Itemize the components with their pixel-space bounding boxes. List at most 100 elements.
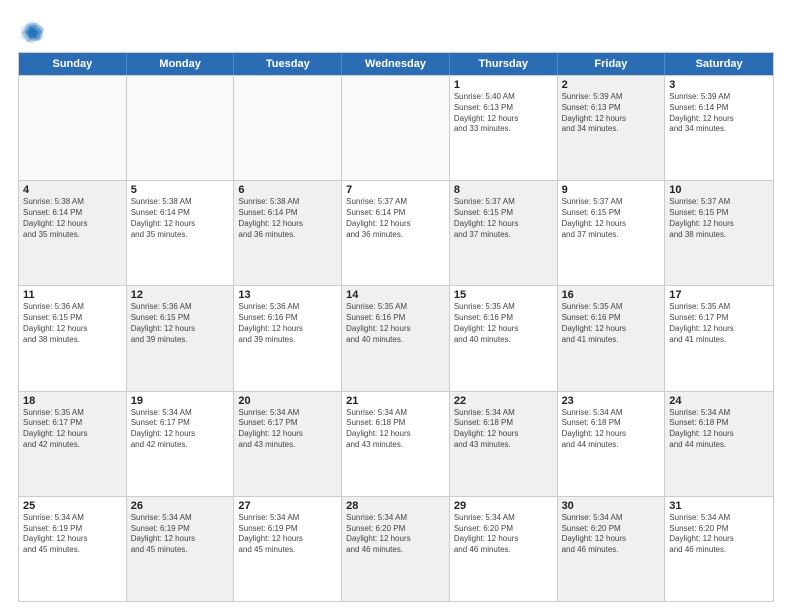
day-number: 20 [238, 395, 337, 407]
day-detail: Sunrise: 5:39 AM Sunset: 6:14 PM Dayligh… [669, 92, 769, 135]
day-number: 26 [131, 500, 230, 512]
day-detail: Sunrise: 5:35 AM Sunset: 6:17 PM Dayligh… [669, 302, 769, 345]
header-day-sunday: Sunday [19, 53, 127, 75]
day-cell-31: 31Sunrise: 5:34 AM Sunset: 6:20 PM Dayli… [665, 497, 773, 601]
header-day-friday: Friday [558, 53, 666, 75]
day-cell-21: 21Sunrise: 5:34 AM Sunset: 6:18 PM Dayli… [342, 392, 450, 496]
day-cell-26: 26Sunrise: 5:34 AM Sunset: 6:19 PM Dayli… [127, 497, 235, 601]
day-cell-2: 2Sunrise: 5:39 AM Sunset: 6:13 PM Daylig… [558, 76, 666, 180]
header-day-wednesday: Wednesday [342, 53, 450, 75]
header-day-monday: Monday [127, 53, 235, 75]
day-cell-24: 24Sunrise: 5:34 AM Sunset: 6:18 PM Dayli… [665, 392, 773, 496]
day-number: 24 [669, 395, 769, 407]
day-number: 11 [23, 289, 122, 301]
day-cell-10: 10Sunrise: 5:37 AM Sunset: 6:15 PM Dayli… [665, 181, 773, 285]
day-cell-29: 29Sunrise: 5:34 AM Sunset: 6:20 PM Dayli… [450, 497, 558, 601]
day-cell-5: 5Sunrise: 5:38 AM Sunset: 6:14 PM Daylig… [127, 181, 235, 285]
day-detail: Sunrise: 5:39 AM Sunset: 6:13 PM Dayligh… [562, 92, 661, 135]
day-number: 8 [454, 184, 553, 196]
day-number: 17 [669, 289, 769, 301]
day-detail: Sunrise: 5:37 AM Sunset: 6:15 PM Dayligh… [562, 197, 661, 240]
day-number: 9 [562, 184, 661, 196]
calendar-row-1: 4 Sunrise: 5:38 AM Sunset: 6:14 PM Daylig… [19, 180, 773, 285]
day-number: 21 [346, 395, 445, 407]
day-detail: Sunrise: 5:40 AM Sunset: 6:13 PM Dayligh… [454, 92, 553, 135]
day-cell-16: 16Sunrise: 5:35 AM Sunset: 6:16 PM Dayli… [558, 286, 666, 390]
calendar-header: SundayMondayTuesdayWednesdayThursdayFrid… [19, 53, 773, 75]
day-number: 3 [669, 79, 769, 91]
day-number: 31 [669, 500, 769, 512]
day-detail: Sunrise: 5:34 AM Sunset: 6:19 PM Dayligh… [23, 513, 122, 556]
day-number: 29 [454, 500, 553, 512]
day-detail: Sunrise: 5:34 AM Sunset: 6:18 PM Dayligh… [669, 408, 769, 451]
day-detail: Sunrise: 5:34 AM Sunset: 6:20 PM Dayligh… [669, 513, 769, 556]
day-detail: Sunrise: 5:37 AM Sunset: 6:15 PM Dayligh… [669, 197, 769, 240]
day-number: 16 [562, 289, 661, 301]
day-number: 4 [23, 184, 122, 196]
day-number: 1 [454, 79, 553, 91]
header [18, 18, 774, 46]
day-number: 22 [454, 395, 553, 407]
empty-cell-0-0 [19, 76, 127, 180]
day-number: 28 [346, 500, 445, 512]
day-detail: Sunrise: 5:36 AM Sunset: 6:16 PM Dayligh… [238, 302, 337, 345]
calendar-row-3: 18Sunrise: 5:35 AM Sunset: 6:17 PM Dayli… [19, 391, 773, 496]
day-number: 30 [562, 500, 661, 512]
day-cell-30: 30Sunrise: 5:34 AM Sunset: 6:20 PM Dayli… [558, 497, 666, 601]
day-cell-22: 22Sunrise: 5:34 AM Sunset: 6:18 PM Dayli… [450, 392, 558, 496]
day-detail: Sunrise: 5:35 AM Sunset: 6:16 PM Dayligh… [346, 302, 445, 345]
day-cell-14: 14Sunrise: 5:35 AM Sunset: 6:16 PM Dayli… [342, 286, 450, 390]
logo [18, 18, 50, 46]
day-number: 7 [346, 184, 445, 196]
day-cell-18: 18Sunrise: 5:35 AM Sunset: 6:17 PM Dayli… [19, 392, 127, 496]
day-cell-15: 15Sunrise: 5:35 AM Sunset: 6:16 PM Dayli… [450, 286, 558, 390]
day-cell-28: 28Sunrise: 5:34 AM Sunset: 6:20 PM Dayli… [342, 497, 450, 601]
day-number: 27 [238, 500, 337, 512]
day-detail: Sunrise: 5:34 AM Sunset: 6:18 PM Dayligh… [454, 408, 553, 451]
empty-cell-0-2 [234, 76, 342, 180]
day-detail: Sunrise: 5:34 AM Sunset: 6:20 PM Dayligh… [346, 513, 445, 556]
day-cell-25: 25Sunrise: 5:34 AM Sunset: 6:19 PM Dayli… [19, 497, 127, 601]
day-cell-23: 23Sunrise: 5:34 AM Sunset: 6:18 PM Dayli… [558, 392, 666, 496]
day-number: 2 [562, 79, 661, 91]
day-number: 19 [131, 395, 230, 407]
day-cell-19: 19Sunrise: 5:34 AM Sunset: 6:17 PM Dayli… [127, 392, 235, 496]
day-cell-11: 11Sunrise: 5:36 AM Sunset: 6:15 PM Dayli… [19, 286, 127, 390]
day-detail: Sunrise: 5:34 AM Sunset: 6:19 PM Dayligh… [238, 513, 337, 556]
day-detail: Sunrise: 5:36 AM Sunset: 6:15 PM Dayligh… [23, 302, 122, 345]
empty-cell-0-3 [342, 76, 450, 180]
logo-icon [18, 18, 46, 46]
day-number: 25 [23, 500, 122, 512]
calendar: SundayMondayTuesdayWednesdayThursdayFrid… [18, 52, 774, 602]
day-cell-27: 27Sunrise: 5:34 AM Sunset: 6:19 PM Dayli… [234, 497, 342, 601]
day-cell-17: 17Sunrise: 5:35 AM Sunset: 6:17 PM Dayli… [665, 286, 773, 390]
day-cell-9: 9Sunrise: 5:37 AM Sunset: 6:15 PM Daylig… [558, 181, 666, 285]
page: SundayMondayTuesdayWednesdayThursdayFrid… [0, 0, 792, 612]
header-day-tuesday: Tuesday [234, 53, 342, 75]
day-detail: Sunrise: 5:34 AM Sunset: 6:17 PM Dayligh… [238, 408, 337, 451]
day-cell-1: 1Sunrise: 5:40 AM Sunset: 6:13 PM Daylig… [450, 76, 558, 180]
calendar-body: 1Sunrise: 5:40 AM Sunset: 6:13 PM Daylig… [19, 75, 773, 601]
empty-cell-0-1 [127, 76, 235, 180]
calendar-row-0: 1Sunrise: 5:40 AM Sunset: 6:13 PM Daylig… [19, 75, 773, 180]
day-detail: Sunrise: 5:34 AM Sunset: 6:19 PM Dayligh… [131, 513, 230, 556]
day-detail: Sunrise: 5:34 AM Sunset: 6:20 PM Dayligh… [454, 513, 553, 556]
day-detail: Sunrise: 5:37 AM Sunset: 6:15 PM Dayligh… [454, 197, 553, 240]
day-detail: Sunrise: 5:34 AM Sunset: 6:20 PM Dayligh… [562, 513, 661, 556]
day-number: 15 [454, 289, 553, 301]
day-number: 6 [238, 184, 337, 196]
day-detail: Sunrise: 5:38 AM Sunset: 6:14 PM Dayligh… [238, 197, 337, 240]
day-detail: Sunrise: 5:38 AM Sunset: 6:14 PM Dayligh… [131, 197, 230, 240]
day-cell-20: 20Sunrise: 5:34 AM Sunset: 6:17 PM Dayli… [234, 392, 342, 496]
day-cell-13: 13Sunrise: 5:36 AM Sunset: 6:16 PM Dayli… [234, 286, 342, 390]
day-cell-4: 4Sunrise: 5:38 AM Sunset: 6:14 PM Daylig… [19, 181, 127, 285]
day-detail: Sunrise: 5:34 AM Sunset: 6:18 PM Dayligh… [562, 408, 661, 451]
day-detail: Sunrise: 5:36 AM Sunset: 6:15 PM Dayligh… [131, 302, 230, 345]
day-number: 23 [562, 395, 661, 407]
day-detail: Sunrise: 5:37 AM Sunset: 6:14 PM Dayligh… [346, 197, 445, 240]
day-cell-6: 6Sunrise: 5:38 AM Sunset: 6:14 PM Daylig… [234, 181, 342, 285]
day-number: 14 [346, 289, 445, 301]
day-number: 18 [23, 395, 122, 407]
day-detail: Sunrise: 5:35 AM Sunset: 6:17 PM Dayligh… [23, 408, 122, 451]
day-number: 5 [131, 184, 230, 196]
